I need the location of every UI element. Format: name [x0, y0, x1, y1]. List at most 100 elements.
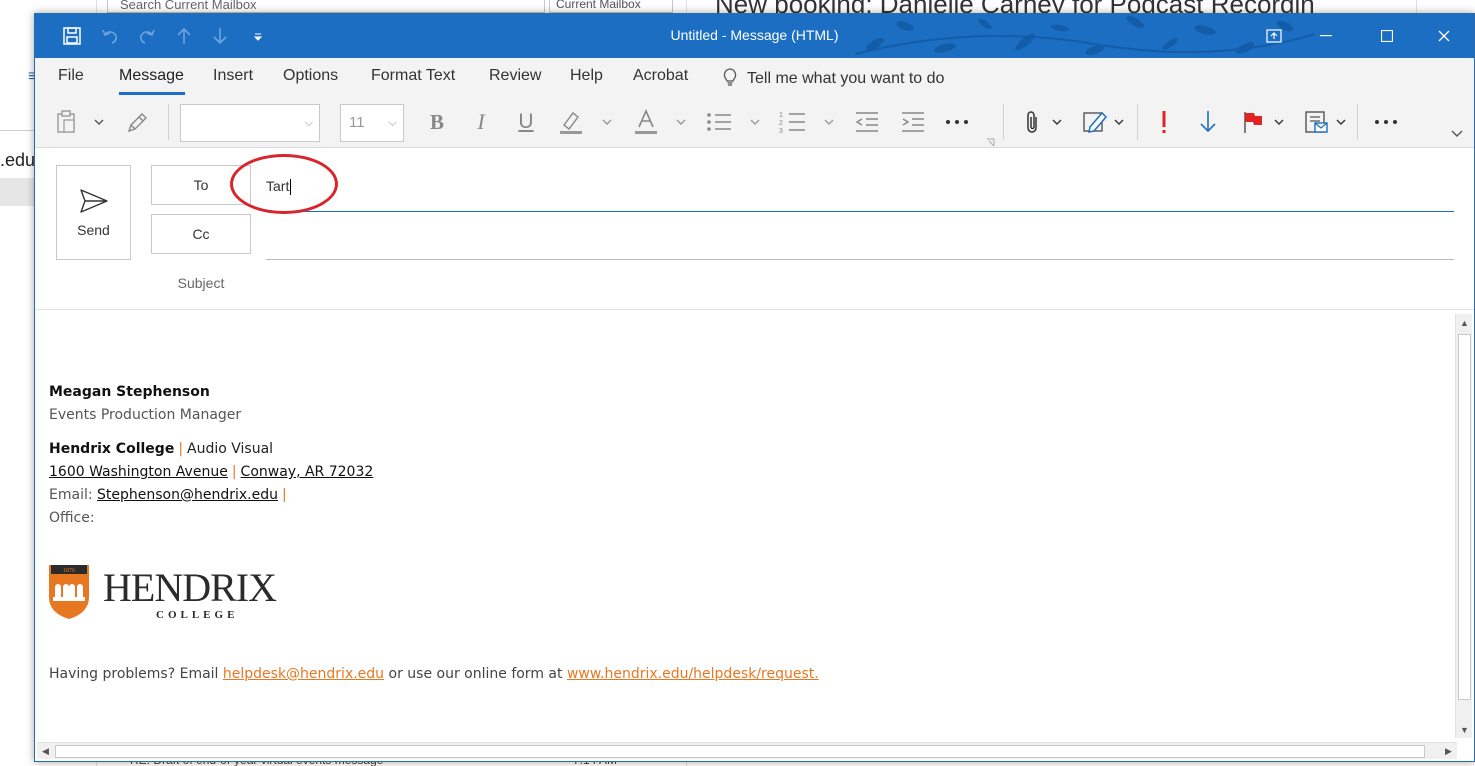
underline-icon[interactable]: U [512, 106, 540, 138]
svg-text:1: 1 [779, 112, 783, 119]
separator: | [178, 441, 184, 457]
send-button[interactable]: Send [56, 165, 131, 260]
more-commands-icon[interactable] [1371, 106, 1401, 138]
tab-options[interactable]: Options [283, 67, 338, 85]
office-label: Office: [49, 510, 95, 526]
flag-dropdown-icon[interactable] [1271, 106, 1287, 138]
to-field[interactable]: Tart [266, 168, 1454, 212]
signature-icon[interactable] [1081, 106, 1109, 138]
subject-field[interactable] [266, 268, 1454, 298]
attach-file-icon[interactable] [1019, 106, 1045, 138]
cc-field[interactable] [266, 214, 1454, 260]
scroll-right-icon[interactable]: ▶ [1440, 743, 1457, 760]
logo-subtitle: COLLEGE [156, 609, 238, 621]
signature-block: Meagan Stephenson Events Production Mana… [49, 381, 373, 530]
folder-account-label[interactable]: .edu [0, 150, 35, 171]
folder-selected-item[interactable] [0, 178, 34, 206]
italic-icon[interactable]: I [467, 106, 495, 138]
cc-label: Cc [192, 226, 210, 242]
font-name-combo[interactable]: ⌵ [180, 104, 320, 142]
pane-divider [1416, 0, 1417, 14]
numbering-icon[interactable]: 123 [777, 106, 809, 138]
annotation-circle [230, 154, 338, 214]
address-street-link[interactable]: 1600 Washington Avenue [49, 464, 228, 480]
bullets-icon[interactable] [703, 106, 735, 138]
font-size-combo[interactable]: 11 ⌵ [340, 104, 404, 142]
paste-dropdown-icon[interactable] [91, 106, 107, 138]
decrease-indent-icon[interactable] [851, 106, 883, 138]
signature-email-line: Email: Stephenson@hendrix.edu | [49, 484, 373, 507]
bold-icon[interactable]: B [423, 106, 451, 138]
chevron-down-icon: ⌵ [388, 117, 397, 129]
ribbon-toolbar: ⌵ 11 ⌵ B I U 123 [35, 96, 1474, 148]
high-importance-icon[interactable] [1151, 106, 1177, 138]
scroll-thumb[interactable] [1458, 334, 1471, 700]
bullets-dropdown-icon[interactable] [747, 106, 763, 138]
logo-wordmark: HENDRIX [103, 565, 277, 610]
subject-label: Subject [177, 275, 225, 291]
templates-dropdown-icon[interactable] [1333, 106, 1349, 138]
title-bar: Untitled - Message (HTML) [35, 14, 1474, 58]
paste-icon[interactable] [51, 106, 81, 138]
view-templates-icon[interactable] [1301, 106, 1331, 138]
search-input[interactable]: Search Current Mailbox [107, 0, 545, 13]
tell-me-search[interactable]: Tell me what you want to do [721, 67, 944, 88]
search-scope-dropdown[interactable]: Current Mailbox [549, 0, 673, 13]
expand-ribbon-icon[interactable] [1449, 118, 1465, 150]
ribbon-display-options-icon[interactable] [1251, 22, 1297, 50]
highlight-dropdown-icon[interactable] [599, 106, 615, 138]
vertical-scrollbar[interactable]: ▲ ▼ [1455, 314, 1472, 738]
more-formatting-icon[interactable] [941, 106, 973, 138]
attach-dropdown-icon[interactable] [1049, 106, 1065, 138]
scroll-thumb[interactable] [55, 745, 1425, 758]
ribbon-separator [1137, 104, 1138, 140]
message-body[interactable]: Meagan Stephenson Events Production Mana… [35, 311, 1474, 741]
message-header: Send To Cc Subject Tart [35, 148, 1474, 310]
minimize-icon[interactable] [1303, 22, 1349, 50]
format-painter-icon[interactable] [125, 106, 151, 138]
helpdesk-url-link[interactable]: www.hendrix.edu/helpdesk/request. [567, 666, 819, 682]
helpdesk-note: Having problems? Email helpdesk@hendrix.… [49, 666, 819, 682]
signature-org: Hendrix College [49, 441, 175, 457]
font-color-dropdown-icon[interactable] [673, 106, 689, 138]
reading-pane-heading: New booking: Danielle Carney for Podcast… [715, 0, 1315, 13]
increase-indent-icon[interactable] [897, 106, 929, 138]
cc-button[interactable]: Cc [151, 214, 251, 254]
horizontal-scrollbar[interactable]: ◀ ▶ [37, 742, 1457, 759]
numbering-dropdown-icon[interactable] [821, 106, 837, 138]
compose-window: Untitled - Message (HTML) File Message I… [34, 13, 1475, 762]
scroll-left-icon[interactable]: ◀ [37, 743, 54, 760]
svg-text:2: 2 [779, 120, 783, 127]
tab-help[interactable]: Help [570, 67, 603, 85]
ribbon-separator [168, 104, 169, 140]
tab-review[interactable]: Review [489, 67, 541, 85]
tab-format-text[interactable]: Format Text [371, 67, 455, 85]
to-label: To [193, 177, 209, 193]
tab-file[interactable]: File [58, 67, 84, 85]
signature-dropdown-icon[interactable] [1111, 106, 1127, 138]
close-icon[interactable] [1421, 22, 1467, 50]
scroll-up-icon[interactable]: ▲ [1456, 314, 1473, 331]
scroll-down-icon[interactable]: ▼ [1456, 721, 1473, 738]
signature-title: Events Production Manager [49, 407, 242, 423]
separator: | [231, 464, 237, 480]
active-tab-indicator [119, 92, 185, 95]
low-importance-icon[interactable] [1195, 106, 1221, 138]
email-link[interactable]: Stephenson@hendrix.edu [97, 487, 278, 503]
follow-up-flag-icon[interactable] [1239, 106, 1267, 138]
signature-address-line: 1600 Washington Avenue | Conway, AR 72032 [49, 461, 373, 484]
email-label: Email: [49, 487, 93, 503]
highlight-icon[interactable] [555, 106, 587, 138]
help-middle: or use our online form at [388, 666, 563, 682]
signature-org-line: Hendrix College | Audio Visual [49, 438, 373, 461]
maximize-icon[interactable] [1364, 22, 1410, 50]
font-color-icon[interactable] [631, 106, 661, 138]
ribbon-tabs: File Message Insert Options Format Text … [35, 58, 1474, 96]
tab-acrobat[interactable]: Acrobat [633, 67, 688, 85]
tab-message[interactable]: Message [119, 67, 184, 85]
logo-year: 1876 [63, 568, 75, 574]
address-city-link[interactable]: Conway, AR 72032 [241, 464, 374, 480]
helpdesk-email-link[interactable]: helpdesk@hendrix.edu [223, 666, 384, 682]
tab-insert[interactable]: Insert [213, 67, 253, 85]
lightbulb-icon [723, 68, 737, 86]
